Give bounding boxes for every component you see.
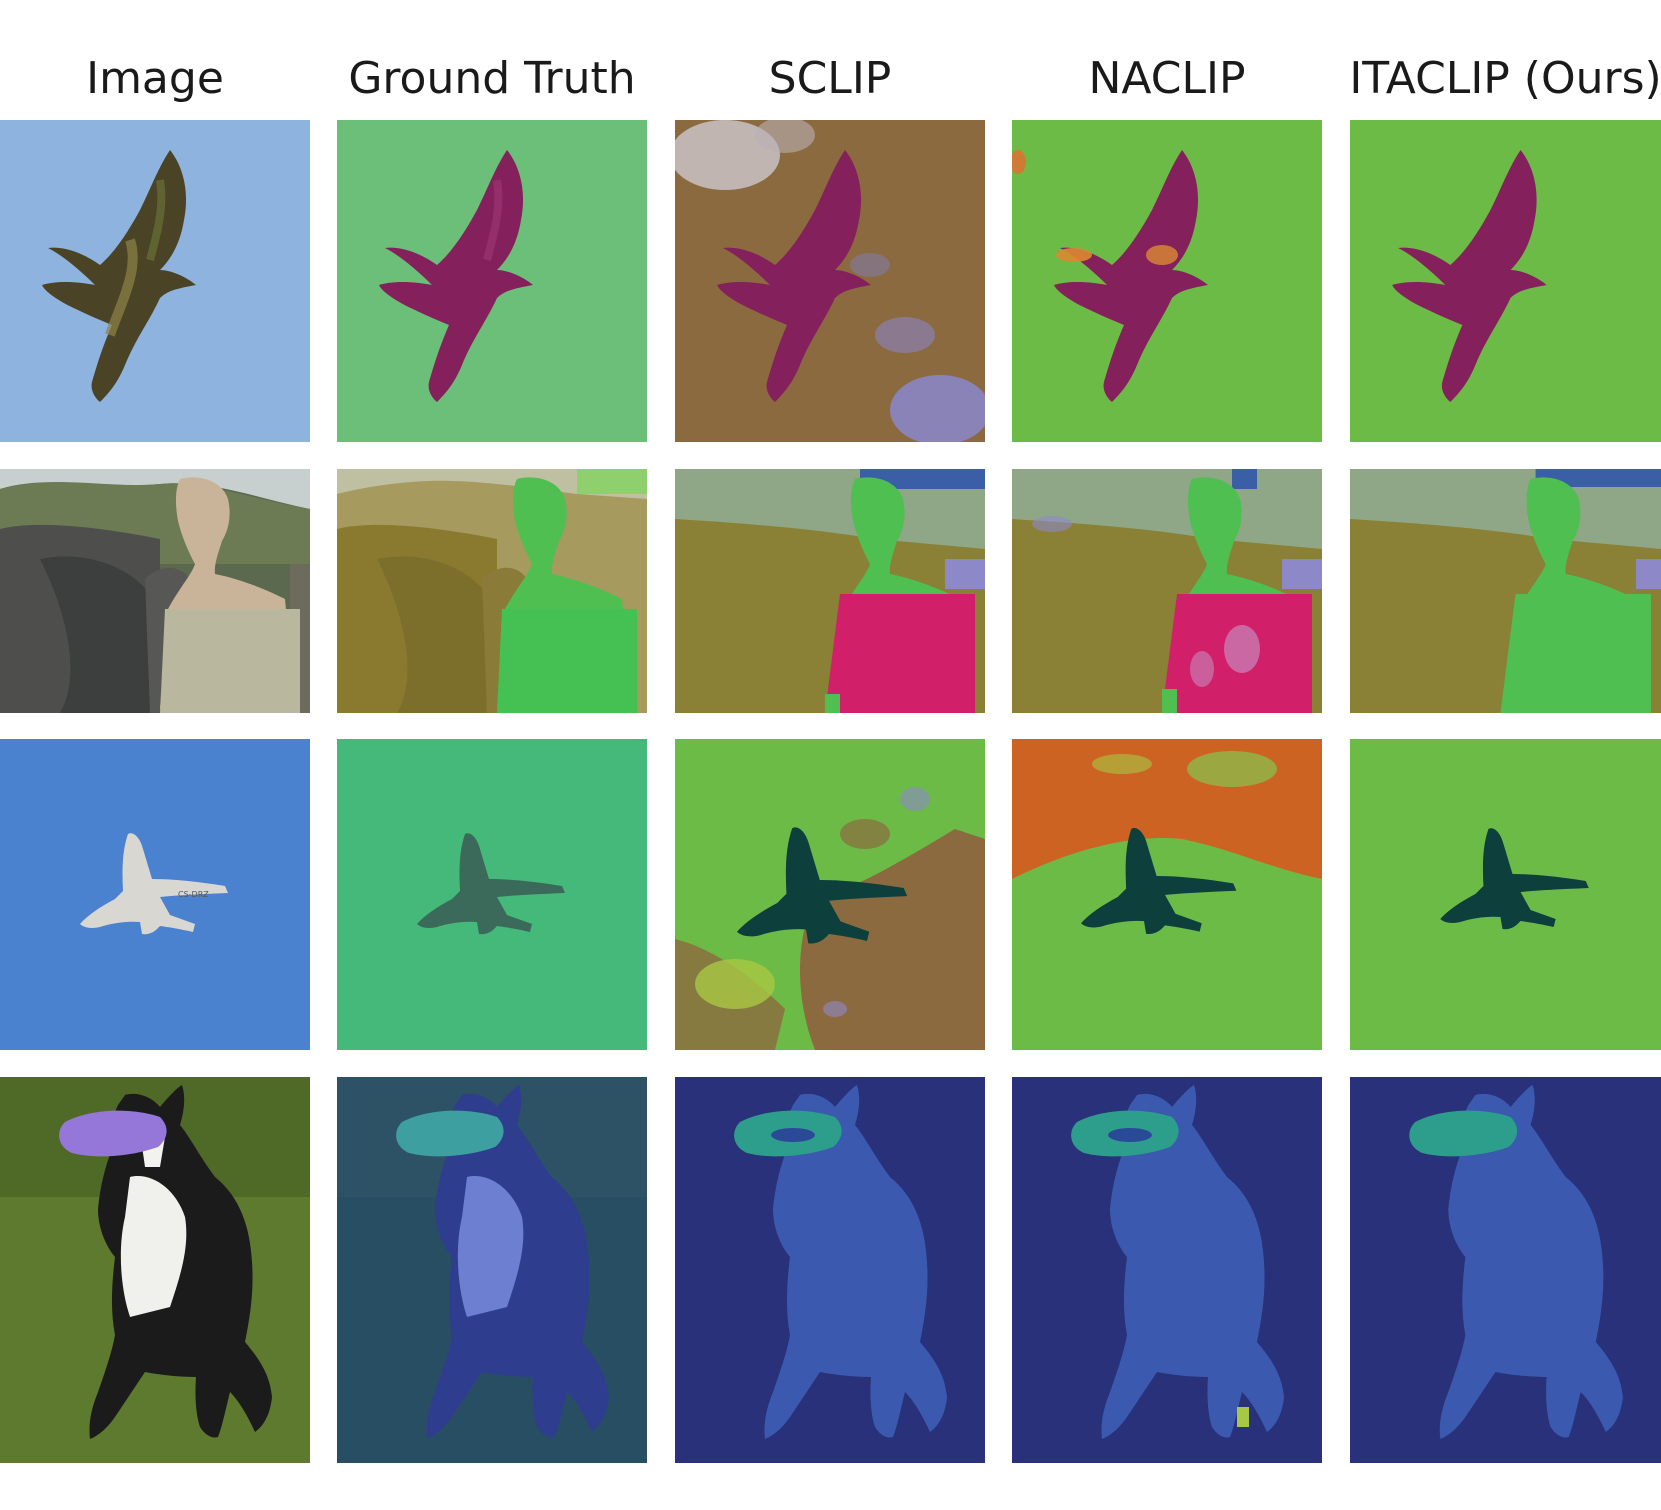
column-header-image: Image: [86, 52, 224, 104]
panel-row4-sclip: [675, 1077, 985, 1463]
panel-row4-ground-truth: [337, 1077, 647, 1463]
panel-row3-sclip: [675, 739, 985, 1050]
column-header-sclip: SCLIP: [768, 52, 892, 104]
panel-row4-image: [0, 1077, 310, 1463]
svg-text:CS-DRZ: CS-DRZ: [178, 890, 209, 899]
panel-row2-image: [0, 469, 310, 713]
panel-row4-itaclip: [1350, 1077, 1661, 1463]
column-header-itaclip: ITACLIP (Ours): [1349, 52, 1661, 104]
panel-row3-itaclip: [1350, 739, 1661, 1050]
panel-row1-naclip: [1012, 120, 1322, 442]
panel-row2-naclip: [1012, 469, 1322, 713]
column-header-ground-truth: Ground Truth: [348, 52, 636, 104]
panel-row3-image: CS-DRZ: [0, 739, 310, 1050]
panel-row3-ground-truth: [337, 739, 647, 1050]
panel-row4-naclip: [1012, 1077, 1322, 1463]
panel-row1-ground-truth: [337, 120, 647, 442]
column-header-naclip: NACLIP: [1088, 52, 1246, 104]
panel-row2-ground-truth: [337, 469, 647, 713]
panel-row3-naclip: [1012, 739, 1322, 1050]
panel-row1-itaclip: [1350, 120, 1661, 442]
panel-row2-sclip: [675, 469, 985, 713]
panel-row1-sclip: [675, 120, 985, 442]
panel-row1-image: [0, 120, 310, 442]
panel-row2-itaclip: [1350, 469, 1661, 713]
